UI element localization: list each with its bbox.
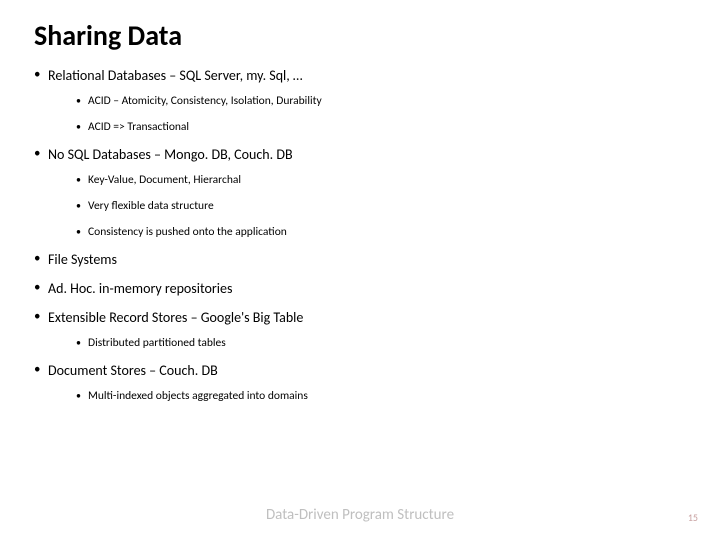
list-item-text: Document Stores – Couch. DB <box>48 362 218 379</box>
sublist: ACID – Atomicity, Consistency, Isolation… <box>48 94 686 134</box>
sublist: Multi-indexed objects aggregated into do… <box>48 389 686 403</box>
list-item: ACID => Transactional <box>76 120 686 134</box>
list-item-text: Ad. Hoc. in-memory repositories <box>48 280 232 297</box>
sublist: Distributed partitioned tables <box>48 336 686 350</box>
list-item: Ad. Hoc. in-memory repositories <box>34 280 686 297</box>
bullet-list: Relational Databases – SQL Server, my. S… <box>34 67 686 403</box>
list-item: Distributed partitioned tables <box>76 336 686 350</box>
list-item-text: Relational Databases – SQL Server, my. S… <box>48 67 303 84</box>
list-item: Very flexible data structure <box>76 199 686 213</box>
page-number: 15 <box>688 511 698 524</box>
list-item-text: File Systems <box>48 251 117 268</box>
list-item: ACID – Atomicity, Consistency, Isolation… <box>76 94 686 108</box>
sublist: Key-Value, Document, Hierarchal Very fle… <box>48 173 686 239</box>
list-item: No SQL Databases – Mongo. DB, Couch. DB … <box>34 146 686 239</box>
slide-title: Sharing Data <box>34 18 686 53</box>
list-item: File Systems <box>34 251 686 268</box>
list-item: Document Stores – Couch. DB Multi-indexe… <box>34 362 686 403</box>
list-item-text: Extensible Record Stores – Google's Big … <box>48 309 303 326</box>
footer-title: Data-Driven Program Structure <box>0 506 720 524</box>
list-item: Multi-indexed objects aggregated into do… <box>76 389 686 403</box>
list-item-text: No SQL Databases – Mongo. DB, Couch. DB <box>48 146 293 163</box>
list-item: Extensible Record Stores – Google's Big … <box>34 309 686 350</box>
list-item: Consistency is pushed onto the applicati… <box>76 225 686 239</box>
list-item: Key-Value, Document, Hierarchal <box>76 173 686 187</box>
list-item: Relational Databases – SQL Server, my. S… <box>34 67 686 134</box>
